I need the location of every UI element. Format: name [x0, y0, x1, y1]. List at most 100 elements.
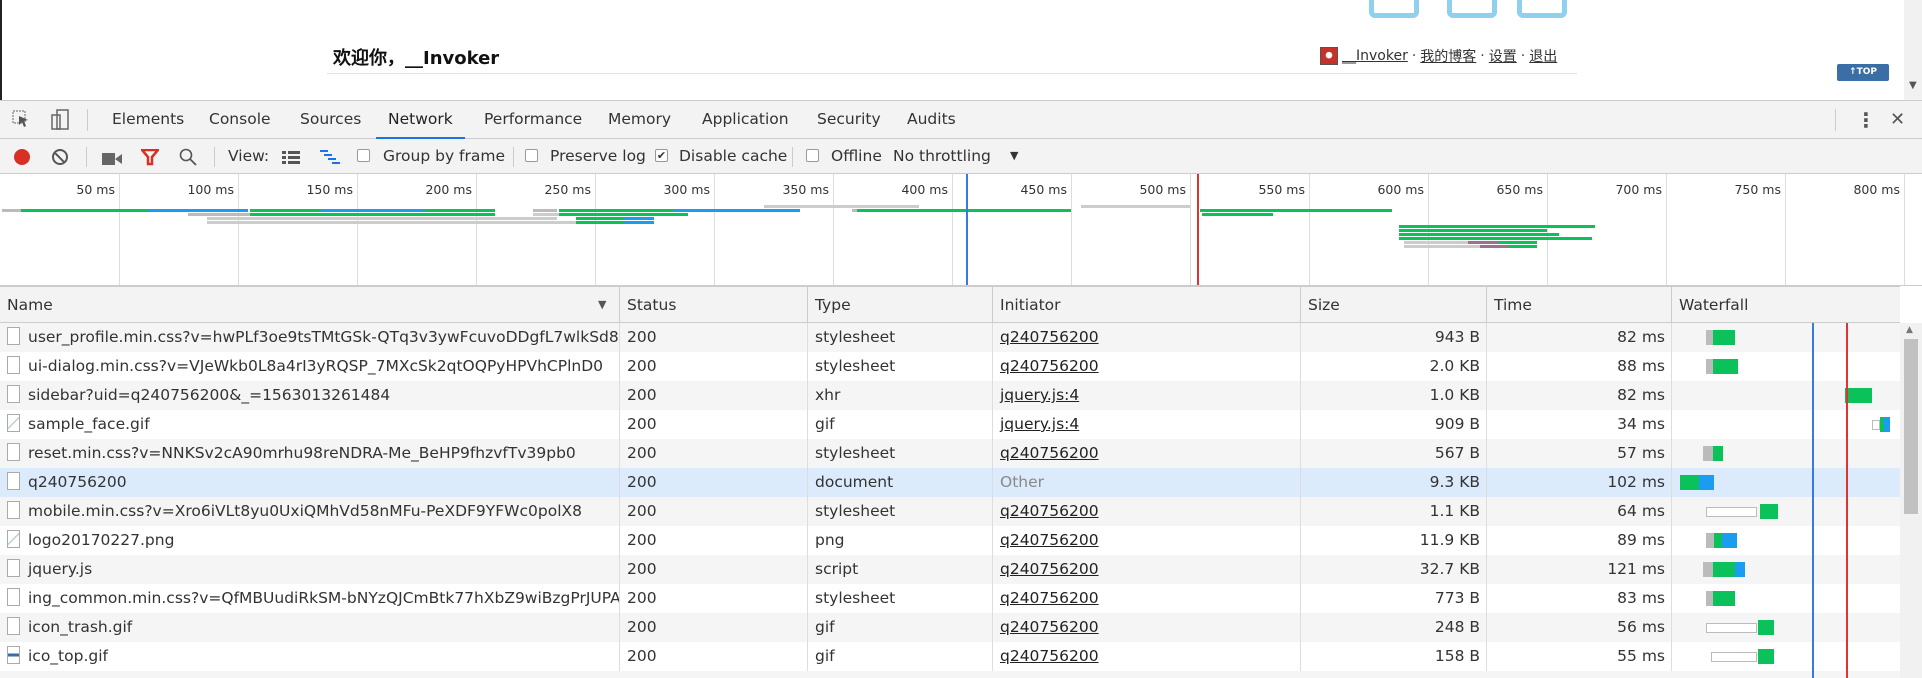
- column-header-initiator[interactable]: Initiator: [992, 287, 1300, 323]
- device-toolbar-icon[interactable]: [50, 109, 70, 131]
- table-row[interactable]: user_profile.min.css?v=hwPLf3oe9tsTMtGSk…: [0, 323, 1900, 352]
- text-name: sample_face.gif: [28, 415, 150, 433]
- cell-initiator[interactable]: q240756200: [992, 352, 1300, 381]
- table-row[interactable]: ing_common.min.css?v=QfMBUudiRkSM-bNYzQJ…: [0, 584, 1900, 613]
- throttling-select[interactable]: No throttling: [893, 139, 991, 173]
- back-to-top-button[interactable]: ↑TOP: [1837, 64, 1889, 81]
- text-initiator[interactable]: q240756200: [1000, 560, 1099, 578]
- cell-initiator[interactable]: q240756200: [992, 439, 1300, 468]
- tab-application[interactable]: Application: [690, 101, 801, 139]
- text-initiator[interactable]: Other: [1000, 473, 1044, 491]
- text-name: ico_top.gif: [28, 647, 108, 665]
- text-type: xhr: [815, 386, 841, 404]
- cell-initiator[interactable]: jquery.js:4: [992, 381, 1300, 410]
- column-header-status[interactable]: Status: [619, 287, 807, 323]
- text-initiator[interactable]: q240756200: [1000, 647, 1099, 665]
- chevron-down-icon[interactable]: ▼: [1010, 139, 1018, 173]
- column-header-name[interactable]: Name: [0, 287, 619, 323]
- text-initiator[interactable]: q240756200: [1000, 357, 1099, 375]
- overview-waterfall-icon[interactable]: [320, 150, 340, 168]
- text-time: 89 ms: [1617, 531, 1665, 549]
- tab-performance[interactable]: Performance: [472, 101, 594, 139]
- table-row[interactable]: sidebar?uid=q240756200&_=1563013261484 20…: [0, 381, 1900, 410]
- column-header-waterfall[interactable]: Waterfall: [1671, 287, 1900, 323]
- tab-memory[interactable]: Memory: [596, 101, 683, 139]
- my-blog-link[interactable]: 我的博客: [1420, 46, 1476, 66]
- table-row[interactable]: sample_face.gif 200 gif jquery.js:4 909 B 34 …: [0, 410, 1900, 439]
- cell-time: 82 ms: [1486, 323, 1671, 352]
- preserve-log-checkbox[interactable]: [525, 149, 538, 162]
- settings-link[interactable]: 设置: [1489, 46, 1517, 66]
- text-initiator[interactable]: q240756200: [1000, 502, 1099, 520]
- tab-security[interactable]: Security: [805, 101, 893, 139]
- text-initiator[interactable]: q240756200: [1000, 328, 1099, 346]
- table-row[interactable]: logo20170227.png 200 png q240756200 11.9 KB 8…: [0, 526, 1900, 555]
- group-by-frame-checkbox[interactable]: [357, 149, 370, 162]
- column-header-size[interactable]: Size: [1300, 287, 1486, 323]
- logout-link[interactable]: 退出: [1529, 46, 1557, 66]
- blog-logo-icon: [1447, 0, 1497, 18]
- cell-initiator[interactable]: Other: [992, 468, 1300, 497]
- tab-elements[interactable]: Elements: [100, 101, 196, 139]
- scroll-down-icon[interactable]: ▼: [1909, 80, 1917, 91]
- cell-initiator[interactable]: q240756200: [992, 323, 1300, 352]
- scrollbar-thumb[interactable]: [1904, 339, 1918, 514]
- capture-screenshots-icon[interactable]: [102, 151, 122, 165]
- waterfall-segment: [1706, 330, 1714, 345]
- more-options-icon[interactable]: ⋮: [1856, 101, 1876, 139]
- text-initiator[interactable]: q240756200: [1000, 531, 1099, 549]
- cell-name: user_profile.min.css?v=hwPLf3oe9tsTMtGSk…: [0, 323, 619, 352]
- cell-initiator[interactable]: q240756200: [992, 526, 1300, 555]
- table-row[interactable]: [0, 671, 1900, 678]
- cell-initiator[interactable]: q240756200: [992, 497, 1300, 526]
- tab-console[interactable]: Console: [197, 101, 283, 139]
- waterfall-segment: [1706, 591, 1714, 606]
- tab-sources[interactable]: Sources: [288, 101, 373, 139]
- document-file-icon: [7, 472, 20, 490]
- cell-initiator[interactable]: q240756200: [992, 642, 1300, 671]
- tab-network[interactable]: Network: [376, 101, 465, 139]
- text-initiator[interactable]: q240756200: [1000, 618, 1099, 636]
- cell-initiator[interactable]: q240756200: [992, 584, 1300, 613]
- cell-type: xhr: [807, 381, 992, 410]
- table-row[interactable]: q240756200 200 document Other 9.3 KB 102 ms: [0, 468, 1900, 497]
- close-icon[interactable]: ✕: [1890, 101, 1905, 139]
- search-icon[interactable]: [179, 148, 197, 170]
- sort-descending-icon[interactable]: ▼: [598, 287, 606, 323]
- user-link[interactable]: __Invoker: [1342, 48, 1408, 64]
- table-row[interactable]: ui-dialog.min.css?v=VJeWkb0L8a4rI3yRQSP_…: [0, 352, 1900, 381]
- inspect-element-icon[interactable]: [12, 110, 30, 128]
- disable-cache-checkbox[interactable]: ✔: [655, 149, 668, 162]
- text-initiator[interactable]: q240756200: [1000, 444, 1099, 462]
- column-header-type[interactable]: Type: [807, 287, 992, 323]
- table-scrollbar[interactable]: ▲: [1900, 323, 1922, 678]
- table-row[interactable]: jquery.js 200 script q240756200 32.7 KB 121 m…: [0, 555, 1900, 584]
- text-type: stylesheet: [815, 444, 896, 462]
- table-row[interactable]: mobile.min.css?v=Xro6iVLt8yu0UxiQMhVd58n…: [0, 497, 1900, 526]
- cell-time: 121 ms: [1486, 555, 1671, 584]
- filter-icon[interactable]: [139, 148, 161, 170]
- text-initiator[interactable]: jquery.js:4: [1000, 386, 1079, 404]
- cell-initiator[interactable]: jquery.js:4: [992, 410, 1300, 439]
- avatar[interactable]: [1320, 47, 1338, 65]
- scroll-up-icon[interactable]: ▲: [1906, 325, 1913, 335]
- network-overview-timeline[interactable]: 50 ms 100 ms 150 ms 200 ms 250 ms 300 ms 350 m…: [0, 174, 1922, 286]
- large-rows-icon[interactable]: [282, 150, 300, 168]
- cell-initiator[interactable]: q240756200: [992, 555, 1300, 584]
- table-row[interactable]: icon_trash.gif 200 gif q240756200 248 B 56 ms: [0, 613, 1900, 642]
- page-scrollbar[interactable]: ▼: [1904, 0, 1922, 100]
- overview-tick-label: 100 ms: [187, 182, 234, 197]
- clear-icon[interactable]: [52, 149, 68, 165]
- text-status: 200: [627, 618, 657, 636]
- welcome-text: 欢迎你，__Invoker: [333, 48, 500, 69]
- text-initiator[interactable]: q240756200: [1000, 589, 1099, 607]
- text-initiator[interactable]: jquery.js:4: [1000, 415, 1079, 433]
- offline-checkbox[interactable]: [806, 149, 819, 162]
- text-status: 200: [627, 589, 657, 607]
- table-row[interactable]: ico_top.gif 200 gif q240756200 158 B 55 ms: [0, 642, 1900, 671]
- cell-initiator[interactable]: q240756200: [992, 613, 1300, 642]
- tab-audits[interactable]: Audits: [895, 101, 968, 139]
- column-header-time[interactable]: Time: [1486, 287, 1671, 323]
- table-row[interactable]: reset.min.css?v=NNKSv2cA90mrhu98reNDRA-M…: [0, 439, 1900, 468]
- record-icon[interactable]: [14, 149, 30, 165]
